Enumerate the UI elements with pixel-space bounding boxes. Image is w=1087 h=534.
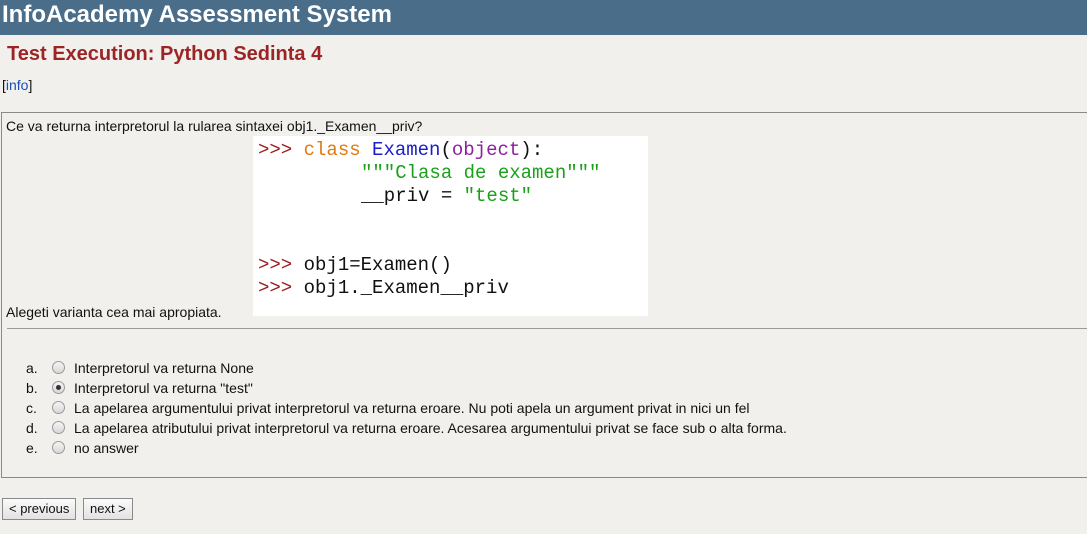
code-prompt: >>> [258,254,293,276]
code-keyword-class: class [303,139,361,161]
option-b[interactable]: b. Interpretorul va returna "test" [0,378,1000,398]
option-label[interactable]: Interpretorul va returna "test" [74,378,253,398]
option-e[interactable]: e. no answer [0,438,1000,458]
code-attr-name: __priv = [361,185,464,207]
code-line-attr: __priv = "test" [361,185,532,207]
option-label[interactable]: La apelarea argumentului privat interpre… [74,398,750,418]
code-stmt-access: obj1._Examen__priv [303,277,509,299]
page-title: Test Execution: Python Sedinta 4 [7,43,323,65]
question-text: Ce va returna interpretorul la rularea s… [6,118,423,134]
info-line: [info] [2,76,32,94]
info-bracket-close: ] [28,77,33,93]
option-letter: a. [26,360,38,376]
code-open-paren: ( [440,139,452,161]
previous-button[interactable]: < previous [2,498,77,520]
radio-button[interactable] [52,441,65,454]
option-letter: c. [26,400,37,416]
info-link[interactable]: info [6,77,29,93]
option-label[interactable]: no answer [74,438,139,458]
option-label[interactable]: La apelarea atributului privat interpret… [74,418,787,438]
code-prompt: >>> [258,139,293,161]
code-line-class-def: >>> class Examen(object): [258,139,543,161]
code-base-class: object [451,139,521,161]
code-close-paren: ): [520,139,544,161]
header-bar: InfoAcademy Assessment System [0,0,1087,35]
option-a[interactable]: a. Interpretorul va returna None [0,358,1000,378]
option-letter: b. [26,380,38,396]
code-class-name: Examen [372,139,441,161]
radio-button[interactable] [52,421,65,434]
code-line-docstring: """Clasa de examen""" [361,162,601,184]
code-line-access: >>> obj1._Examen__priv [258,277,509,299]
option-label[interactable]: Interpretorul va returna None [74,358,254,378]
radio-button[interactable] [52,381,65,394]
option-d[interactable]: d. La apelarea atributului privat interp… [0,418,1000,438]
code-prompt: >>> [258,277,293,299]
code-snippet-image: >>> class Examen(object): """Clasa de ex… [253,136,648,316]
next-button[interactable]: next > [83,498,133,520]
option-c[interactable]: c. La apelarea argumentului privat inter… [0,398,1000,418]
radio-button[interactable] [52,361,65,374]
code-stmt-instantiate: obj1=Examen() [303,254,452,276]
radio-button[interactable] [52,401,65,414]
option-letter: d. [26,420,38,436]
app-title: InfoAcademy Assessment System [2,1,392,28]
code-attr-value: "test" [463,185,533,207]
code-line-instantiate: >>> obj1=Examen() [258,254,452,276]
divider [7,328,1087,329]
option-letter: e. [26,440,38,456]
question-hint: Alegeti varianta cea mai apropiata. [6,304,222,320]
